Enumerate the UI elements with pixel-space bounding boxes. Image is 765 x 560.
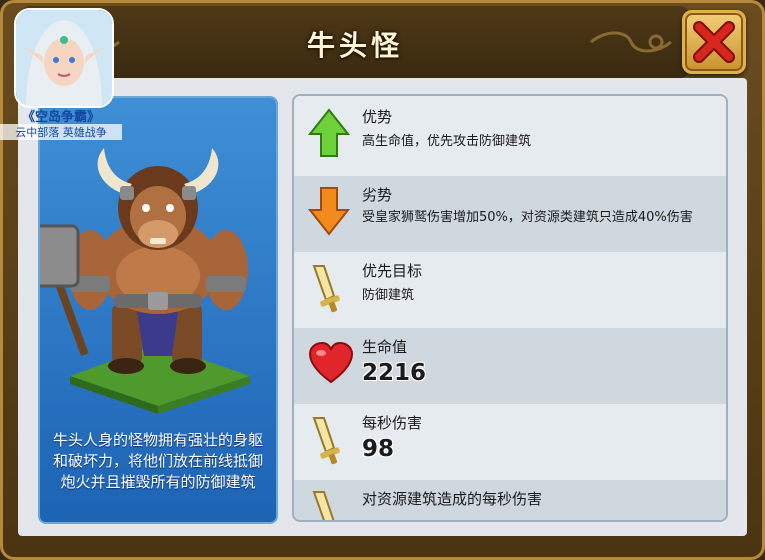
sword-icon [312, 491, 335, 520]
stats-panel[interactable]: 优势 高生命值，优先攻击防御建筑 劣势 受皇家狮鹫伤害增加50%，对资源类建筑只… [292, 94, 728, 522]
resource-dps-row: 对资源建筑造成的每秒伤害 [294, 480, 726, 520]
hp-row: 生命值 2216 [294, 328, 726, 404]
game-logo: 《空岛争霸》 云中部落 英雄战争 [0, 0, 122, 140]
green-up-arrow-icon [308, 108, 350, 157]
hp-label: 生命值 [362, 338, 408, 356]
dps-label: 每秒伤害 [362, 414, 423, 432]
dps-row: 每秒伤害 98 [294, 404, 726, 480]
close-button[interactable] [682, 10, 746, 74]
minotaur-portrait [40, 148, 250, 414]
close-icon [693, 21, 735, 63]
hero-panel: 牛头人身的怪物拥有强壮的身躯和破坏力，将他们放在前线抵御炮火并且摧毁所有的防御建… [38, 96, 278, 524]
hero-description: 牛头人身的怪物拥有强壮的身躯和破坏力，将他们放在前线抵御炮火并且摧毁所有的防御建… [52, 431, 263, 491]
dps-value: 98 [362, 436, 395, 462]
hp-value: 2216 [362, 360, 427, 386]
sword-icon [312, 417, 340, 465]
disadvantage-text: 受皇家狮鹫伤害增加50%，对资源类建筑只造成40%伤害 [362, 210, 693, 225]
disadvantage-label: 劣势 [362, 186, 393, 204]
target-label: 优先目标 [362, 262, 423, 280]
resource-dps-label: 对资源建筑造成的每秒伤害 [362, 490, 543, 508]
advantage-label: 优势 [362, 108, 393, 126]
game-tagline: 云中部落 英雄战争 [0, 124, 122, 140]
sword-icon [312, 265, 340, 313]
elf-portrait [14, 8, 114, 108]
target-text: 防御建筑 [362, 288, 415, 303]
disadvantage-row: 劣势 受皇家狮鹫伤害增加50%，对资源类建筑只造成40%伤害 [294, 176, 726, 252]
target-row: 优先目标 防御建筑 [294, 252, 726, 328]
advantage-row: 优势 高生命值，优先攻击防御建筑 [294, 96, 726, 176]
game-name: 《空岛争霸》 [21, 110, 100, 125]
orange-down-arrow-icon [308, 187, 350, 236]
heart-icon [308, 342, 354, 384]
advantage-text: 高生命值，优先攻击防御建筑 [362, 134, 532, 149]
right-ornament-icon [590, 31, 672, 53]
